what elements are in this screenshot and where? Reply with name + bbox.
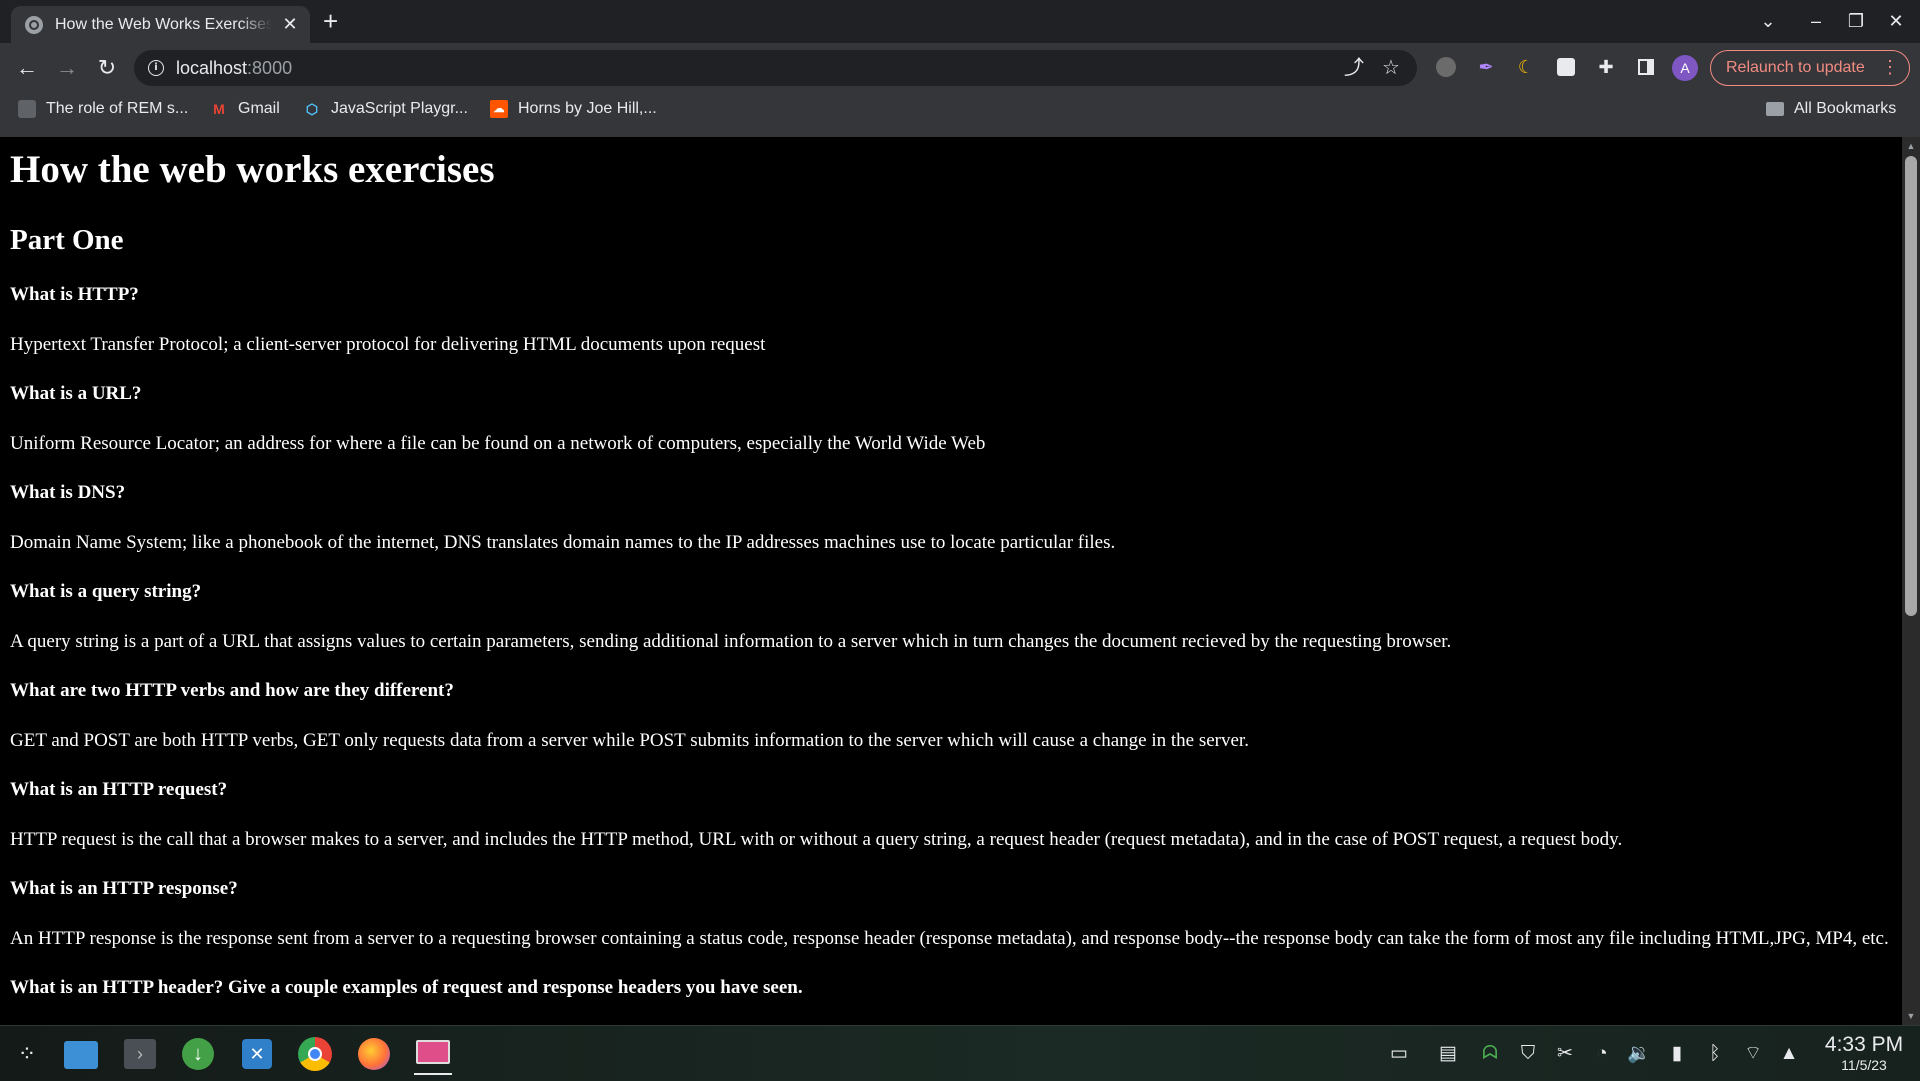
answer: HTTP request is the call that a browser …	[10, 829, 1623, 850]
question: What is an HTTP response?	[10, 878, 238, 899]
network-status-icon[interactable]: ◔	[1589, 1043, 1615, 1065]
answer: Hypertext Transfer Protocol; a client-se…	[10, 334, 766, 355]
qa-item: What is a query string? A query string i…	[10, 581, 1892, 653]
question: What is a query string?	[10, 581, 202, 602]
profile-avatar[interactable]: A	[1672, 55, 1698, 81]
screenshot-tool-icon[interactable]	[414, 1035, 452, 1075]
bookmark-label: The role of REM s...	[46, 100, 189, 117]
quill-extension-icon[interactable]: ✒	[1474, 55, 1498, 79]
section-title: Part One	[10, 224, 124, 256]
file-manager-icon[interactable]	[62, 1035, 100, 1073]
playground-icon: ⬡	[305, 101, 319, 117]
scrollbar-thumb[interactable]	[1905, 156, 1917, 616]
bookmark-page-icon	[18, 100, 36, 118]
page-content: How the web works exercises Part One Wha…	[0, 147, 1902, 999]
globe-icon	[25, 15, 43, 34]
restore-button[interactable]: ❐	[1840, 8, 1872, 34]
show-desktop-icon[interactable]: ▭	[1386, 1043, 1412, 1065]
app-launcher-icon[interactable]: ⁘	[8, 1035, 46, 1073]
volume-icon[interactable]: 🔉	[1626, 1043, 1652, 1065]
close-tab-icon[interactable]: ✕	[280, 14, 300, 35]
wifi-icon[interactable]: ⌔	[1740, 1043, 1766, 1065]
bookmark-star-icon[interactable]: ☆	[1382, 50, 1400, 86]
browser-tab[interactable]: How the Web Works Exercises ✕	[11, 6, 310, 43]
browser-toolbar: ← → ↻ i localhost:8000 ⤴ ☆ ✒ ☾ ✚ A Relau…	[0, 43, 1920, 137]
page-viewport: How the web works exercises Part One Wha…	[0, 137, 1902, 1025]
dark-mode-moon-icon[interactable]: ☾	[1514, 55, 1538, 79]
download-manager-icon[interactable]: ↓	[179, 1035, 217, 1073]
bookmark-label: Gmail	[238, 100, 280, 117]
bookmark-javascript-playground[interactable]: ⬡ JavaScript Playgr...	[303, 100, 468, 118]
scroll-up-arrow-icon[interactable]: ▲	[1902, 139, 1920, 153]
qa-item: What is DNS? Domain Name System; like a …	[10, 482, 1892, 554]
qa-item: What are two HTTP verbs and how are they…	[10, 680, 1892, 752]
tab-search-icon[interactable]: ⌄	[1752, 8, 1784, 34]
question: What are two HTTP verbs and how are they…	[10, 680, 454, 701]
folder-icon	[1766, 102, 1784, 116]
taskbar: ⁘ › ↓ ✕ ▭ ▤ ᗣ ⛉ ✂ ◔ 🔉 ▮ ᛒ ⌔ ▲ 4:33 PM 11…	[0, 1025, 1920, 1081]
scroll-down-arrow-icon[interactable]: ▼	[1902, 1009, 1920, 1023]
soundcloud-icon: ☁	[490, 100, 508, 118]
bookmark-label: JavaScript Playgr...	[331, 100, 468, 117]
translate-extension-icon[interactable]	[1554, 55, 1578, 79]
qa-item: What is a URL? Uniform Resource Locator;…	[10, 383, 1892, 455]
page-title: How the web works exercises	[10, 148, 495, 191]
question: What is DNS?	[10, 482, 126, 503]
tab-strip: How the Web Works Exercises ✕ + ⌄ – ❐ ✕	[0, 0, 1920, 43]
new-tab-button[interactable]: +	[323, 7, 338, 35]
forward-button[interactable]: →	[51, 52, 83, 84]
qa-item: What is an HTTP header? Give a couple ex…	[10, 977, 1892, 999]
qa-item: What is HTTP? Hypertext Transfer Protoco…	[10, 284, 1892, 356]
extension-gray-icon[interactable]	[1434, 55, 1458, 79]
address-bar[interactable]: i localhost:8000 ⤴ ☆	[134, 50, 1417, 86]
back-button[interactable]: ←	[11, 52, 43, 84]
clock-time[interactable]: 4:33 PM	[1812, 1033, 1916, 1057]
question: What is a URL?	[10, 383, 142, 404]
battery-icon[interactable]: ▮	[1664, 1043, 1690, 1065]
page-scrollbar[interactable]: ▲ ▼	[1902, 137, 1920, 1025]
shield-icon[interactable]: ⛉	[1515, 1043, 1541, 1065]
qa-item: What is an HTTP response? An HTTP respon…	[10, 878, 1892, 950]
bookmark-label: Horns by Joe Hill,...	[518, 100, 657, 117]
vscode-icon[interactable]: ✕	[238, 1035, 276, 1073]
site-info-icon[interactable]: i	[148, 60, 164, 76]
question: What is an HTTP request?	[10, 779, 228, 800]
bookmarks-bar: The role of REM s... M Gmail ⬡ JavaScrip…	[0, 94, 1920, 134]
question: What is an HTTP header? Give a couple ex…	[10, 977, 803, 998]
qa-item: What is an HTTP request? HTTP request is…	[10, 779, 1892, 851]
minimize-button[interactable]: –	[1800, 8, 1832, 34]
share-icon[interactable]: ⤴	[1344, 50, 1364, 86]
more-menu-icon[interactable]: ⋮	[1881, 51, 1899, 84]
url-host: localhost	[176, 57, 248, 78]
answer: An HTTP response is the response sent fr…	[10, 928, 1889, 949]
firefox-icon[interactable]	[355, 1035, 393, 1073]
gmail-icon: M	[213, 101, 225, 117]
bookmark-gmail[interactable]: M Gmail	[210, 100, 280, 118]
terminal-icon[interactable]: ›	[120, 1035, 158, 1073]
chrome-icon[interactable]	[296, 1035, 334, 1073]
bluetooth-icon[interactable]: ᛒ	[1702, 1043, 1728, 1065]
scissors-icon[interactable]: ✂	[1552, 1043, 1578, 1065]
ghost-app-icon[interactable]: ᗣ	[1477, 1043, 1503, 1065]
tray-expand-icon[interactable]: ▲	[1776, 1043, 1802, 1065]
clipboard-icon[interactable]: ▤	[1435, 1043, 1461, 1065]
bookmark-horns[interactable]: ☁ Horns by Joe Hill,...	[490, 100, 657, 118]
question: What is HTTP?	[10, 284, 139, 305]
bookmark-rem[interactable]: The role of REM s...	[18, 100, 188, 118]
all-bookmarks-button[interactable]: All Bookmarks	[1766, 100, 1896, 118]
answer: Domain Name System; like a phonebook of …	[10, 532, 1116, 553]
tab-title: How the Web Works Exercises	[55, 15, 272, 33]
answer: GET and POST are both HTTP verbs, GET on…	[10, 730, 1249, 751]
extensions-puzzle-icon[interactable]: ✚	[1594, 55, 1618, 79]
reload-button[interactable]: ↻	[91, 52, 123, 84]
url-port: :8000	[247, 57, 293, 78]
clock-date[interactable]: 11/5/23	[1812, 1057, 1916, 1073]
close-window-button[interactable]: ✕	[1880, 8, 1912, 34]
relaunch-label: Relaunch to update	[1726, 59, 1865, 76]
answer: Uniform Resource Locator; an address for…	[10, 433, 986, 454]
side-panel-icon[interactable]	[1634, 55, 1658, 79]
relaunch-to-update-button[interactable]: Relaunch to update ⋮	[1710, 50, 1910, 86]
answer: A query string is a part of a URL that a…	[10, 631, 1452, 652]
all-bookmarks-label: All Bookmarks	[1794, 100, 1897, 117]
